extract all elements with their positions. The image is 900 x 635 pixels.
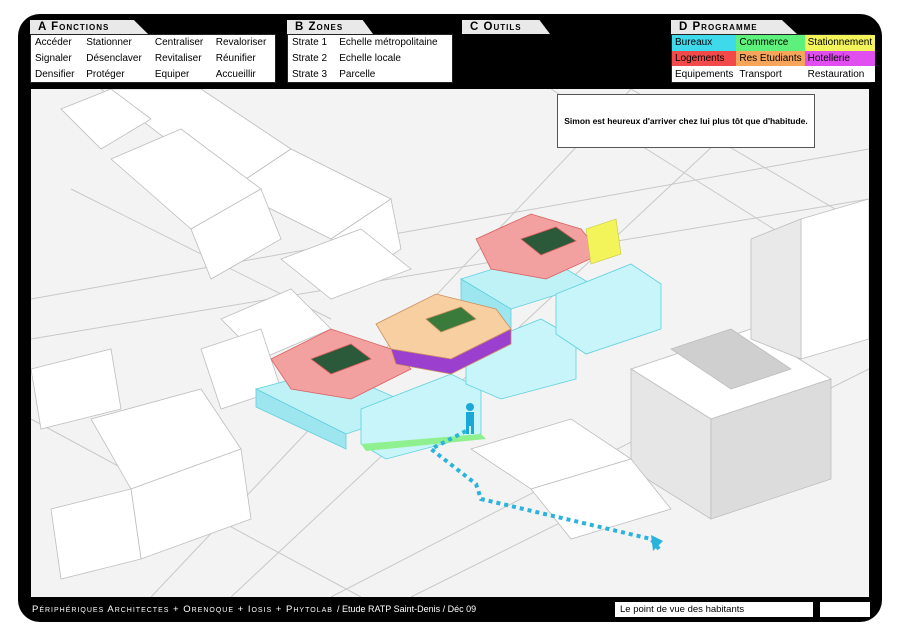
study-text: / Etude RATP Saint-Denis / Déc 09 — [336, 604, 477, 614]
zone-strate[interactable]: Strate 2 — [288, 51, 335, 67]
fonction-item[interactable]: Densifier — [31, 66, 82, 82]
fonction-item[interactable]: Réunifier — [212, 51, 275, 67]
zones-table: Strate 1 Echelle métropolitaine Strate 2… — [287, 34, 453, 83]
speech-bubble: Simon est heureux d'arriver chez lui plu… — [557, 94, 815, 148]
section-a-title: A Fonctions — [30, 20, 148, 34]
fonction-item[interactable]: Revitaliser — [151, 51, 212, 67]
programme-table: Bureaux Commerce Stationnement Logements… — [671, 34, 876, 83]
city-model-illustration — [31, 89, 869, 597]
programme-logements[interactable]: Logements — [672, 50, 737, 67]
section-c-title: C Outils — [462, 20, 550, 34]
section-d-title: D Programme — [671, 20, 797, 34]
fonction-item[interactable]: Equiper — [151, 66, 212, 82]
fonction-item[interactable]: Stationner — [82, 35, 151, 51]
zone-strate[interactable]: Strate 3 — [288, 66, 335, 82]
programme-bureaux[interactable]: Bureaux — [672, 35, 737, 51]
fonction-item[interactable]: Centraliser — [151, 35, 212, 51]
zone-scale[interactable]: Echelle locale — [335, 51, 452, 67]
programme-transport[interactable]: Transport — [736, 66, 805, 82]
section-b-title: B Zones — [287, 20, 373, 34]
fonction-item[interactable]: Revaloriser — [212, 35, 275, 51]
programme-res-etudiants[interactable]: Res Etudiants — [736, 50, 805, 67]
programme-stationnement[interactable]: Stationnement — [804, 35, 876, 51]
zone-scale[interactable]: Echelle métropolitaine — [335, 35, 452, 51]
fonction-item[interactable]: Accéder — [31, 35, 82, 51]
zone-strate[interactable]: Strate 1 — [288, 35, 335, 51]
zone-scale[interactable]: Parcelle — [335, 66, 452, 82]
fonction-item[interactable]: Protéger — [82, 66, 151, 82]
programme-hotellerie[interactable]: Hotellerie — [804, 50, 876, 67]
fonction-item[interactable]: Signaler — [31, 51, 82, 67]
credits-text: Périphériques Architectes + Orenoque + I… — [32, 604, 333, 615]
caption-text: Le point de vue des habitants — [620, 604, 745, 615]
fonction-item[interactable]: Désenclaver — [82, 51, 151, 67]
page-box — [820, 602, 870, 617]
caption-box: Le point de vue des habitants — [615, 602, 813, 617]
fonction-item[interactable]: Accueillir — [212, 66, 275, 82]
fonctions-table: Accéder Stationner Centraliser Revaloris… — [30, 34, 276, 83]
footer-credits: Périphériques Architectes + Orenoque + I… — [32, 604, 476, 615]
programme-restauration[interactable]: Restauration — [804, 66, 876, 82]
programme-commerce[interactable]: Commerce — [736, 35, 805, 51]
programme-equipements[interactable]: Equipements — [672, 66, 737, 82]
speech-text: Simon est heureux d'arriver chez lui plu… — [564, 116, 808, 126]
axonometric-render — [31, 89, 869, 597]
